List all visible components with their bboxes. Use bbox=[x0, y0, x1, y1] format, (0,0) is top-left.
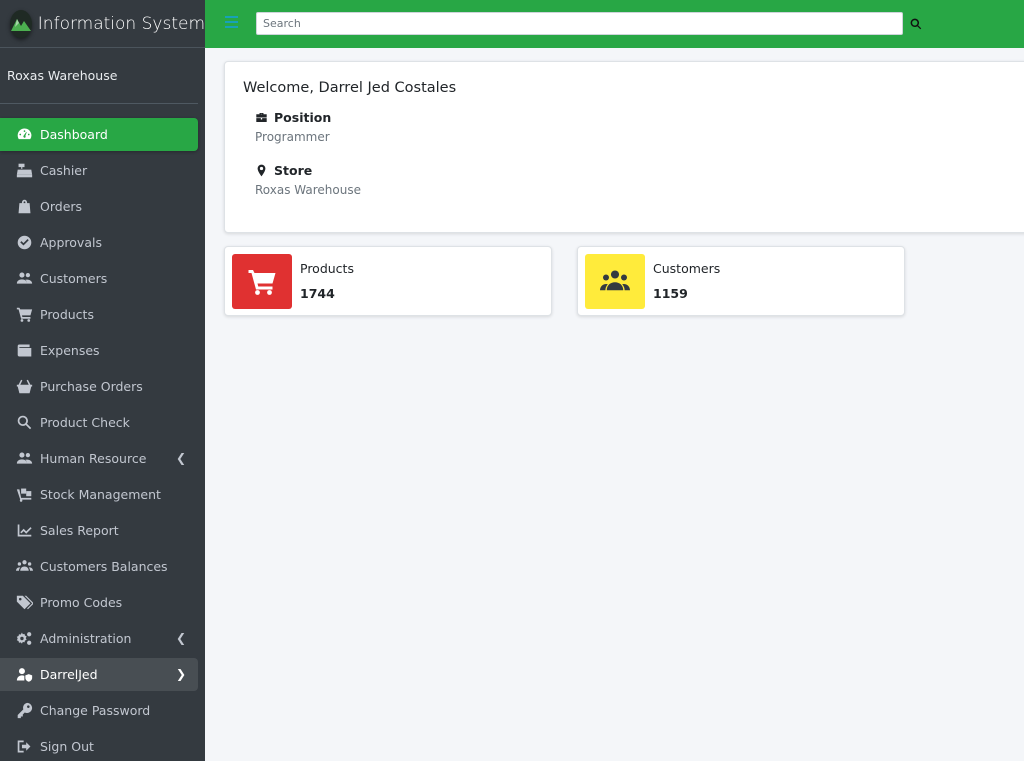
sidebar-item-expenses[interactable]: Expenses bbox=[0, 334, 198, 367]
position-value: Programmer bbox=[255, 130, 330, 144]
key-icon bbox=[14, 702, 34, 720]
sidebar-item-stock-management[interactable]: Stock Management bbox=[0, 478, 198, 511]
topbar bbox=[205, 0, 1024, 48]
stat-value: 1744 bbox=[300, 286, 335, 301]
users-icon bbox=[14, 270, 34, 288]
users-icon bbox=[585, 254, 645, 309]
sidebar-item-approvals[interactable]: Approvals bbox=[0, 226, 198, 259]
menu-toggle-icon[interactable] bbox=[225, 16, 238, 28]
search-icon bbox=[910, 18, 922, 29]
users-icon bbox=[14, 450, 34, 468]
sidebar-item-label: Expenses bbox=[40, 343, 100, 358]
sidebar-item-promo-codes[interactable]: Promo Codes bbox=[0, 586, 198, 619]
sidebar-item-label: Approvals bbox=[40, 235, 102, 250]
store-label: Store bbox=[274, 163, 313, 178]
chevron-left-icon: ❮ bbox=[175, 451, 186, 465]
welcome-card: Welcome, Darrel Jed Costales Position Pr… bbox=[224, 61, 1024, 233]
stat-value: 1159 bbox=[653, 286, 688, 301]
sidebar-item-label: Customers Balances bbox=[40, 559, 168, 574]
sidebar-item-orders[interactable]: Orders bbox=[0, 190, 198, 223]
app-title: Information System bbox=[37, 13, 205, 34]
search-input[interactable] bbox=[256, 12, 903, 35]
sidebar-item-change-password[interactable]: Change Password bbox=[0, 694, 198, 727]
store-heading: Store bbox=[255, 163, 312, 178]
sidebar-item-cashier[interactable]: Cashier bbox=[0, 154, 198, 187]
sidebar-item-dashboard[interactable]: Dashboard bbox=[0, 118, 198, 151]
shopping-bag-icon bbox=[14, 198, 34, 216]
sidebar-item-label: Stock Management bbox=[40, 487, 161, 502]
map-marker-icon bbox=[257, 164, 266, 177]
stat-card-products[interactable]: Products 1744 bbox=[224, 246, 552, 316]
sidebar-item-customers[interactable]: Customers bbox=[0, 262, 198, 295]
user-shield-icon bbox=[14, 666, 34, 684]
sidebar-item-label: Administration bbox=[40, 631, 132, 646]
shopping-cart-icon bbox=[14, 306, 34, 324]
cash-register-icon bbox=[14, 162, 34, 180]
sidebar-item-products[interactable]: Products bbox=[0, 298, 198, 331]
brand[interactable]: Information System bbox=[0, 0, 205, 48]
check-circle-icon bbox=[14, 234, 34, 252]
sidebar-item-label: DarrelJed bbox=[40, 667, 98, 682]
sidebar-item-user-menu[interactable]: DarrelJed ❯ bbox=[0, 658, 198, 691]
search-icon bbox=[14, 414, 34, 432]
chevron-down-icon: ❯ bbox=[175, 667, 186, 681]
chevron-left-icon: ❮ bbox=[175, 631, 186, 645]
sidebar: Information System Roxas Warehouse Dashb… bbox=[0, 0, 205, 761]
tachometer-icon bbox=[14, 126, 34, 144]
welcome-greeting: Welcome, Darrel Jed Costales bbox=[243, 80, 457, 96]
sidebar-item-customers-balances[interactable]: Customers Balances bbox=[0, 550, 198, 583]
sign-out-icon bbox=[14, 738, 34, 756]
tags-icon bbox=[14, 594, 34, 612]
search-button[interactable] bbox=[903, 12, 929, 35]
sidebar-item-label: Orders bbox=[40, 199, 83, 214]
position-heading: Position bbox=[255, 110, 331, 125]
user-panel[interactable]: Roxas Warehouse bbox=[0, 48, 198, 104]
dolly-icon bbox=[14, 486, 34, 504]
sidebar-item-label: Products bbox=[40, 307, 94, 322]
sidebar-item-label: Cashier bbox=[40, 163, 88, 178]
sidebar-item-product-check[interactable]: Product Check bbox=[0, 406, 198, 439]
sidebar-item-label: Human Resource bbox=[40, 451, 147, 466]
store-name: Roxas Warehouse bbox=[7, 68, 118, 83]
sidebar-item-label: Product Check bbox=[40, 415, 130, 430]
sidebar-item-purchase-orders[interactable]: Purchase Orders bbox=[0, 370, 198, 403]
stat-card-customers[interactable]: Customers 1159 bbox=[577, 246, 905, 316]
sidebar-item-administration[interactable]: Administration ❮ bbox=[0, 622, 198, 655]
sidebar-item-label: Sales Report bbox=[40, 523, 119, 538]
stat-label: Customers bbox=[653, 261, 721, 276]
cogs-icon bbox=[14, 630, 34, 648]
wallet-icon bbox=[14, 342, 34, 360]
stat-label: Products bbox=[300, 261, 354, 276]
sidebar-item-label: Purchase Orders bbox=[40, 379, 143, 394]
sidebar-item-sign-out[interactable]: Sign Out bbox=[0, 730, 198, 761]
store-value: Roxas Warehouse bbox=[255, 183, 361, 197]
sidebar-item-label: Dashboard bbox=[40, 127, 108, 142]
shopping-cart-icon bbox=[232, 254, 292, 309]
briefcase-icon bbox=[256, 112, 267, 123]
sidebar-item-label: Change Password bbox=[40, 703, 151, 718]
sidebar-item-human-resource[interactable]: Human Resource ❮ bbox=[0, 442, 198, 475]
sidebar-item-sales-report[interactable]: Sales Report bbox=[0, 514, 198, 547]
sidebar-item-label: Promo Codes bbox=[40, 595, 123, 610]
sidebar-nav: Dashboard Cashier Orders Approvals Custo… bbox=[0, 104, 205, 761]
users-group-icon bbox=[14, 558, 34, 576]
position-label: Position bbox=[274, 110, 332, 125]
sidebar-item-label: Customers bbox=[40, 271, 108, 286]
sidebar-item-label: Sign Out bbox=[40, 739, 94, 754]
logo-icon bbox=[10, 9, 32, 38]
chart-line-icon bbox=[14, 522, 34, 540]
basket-icon bbox=[14, 378, 34, 396]
